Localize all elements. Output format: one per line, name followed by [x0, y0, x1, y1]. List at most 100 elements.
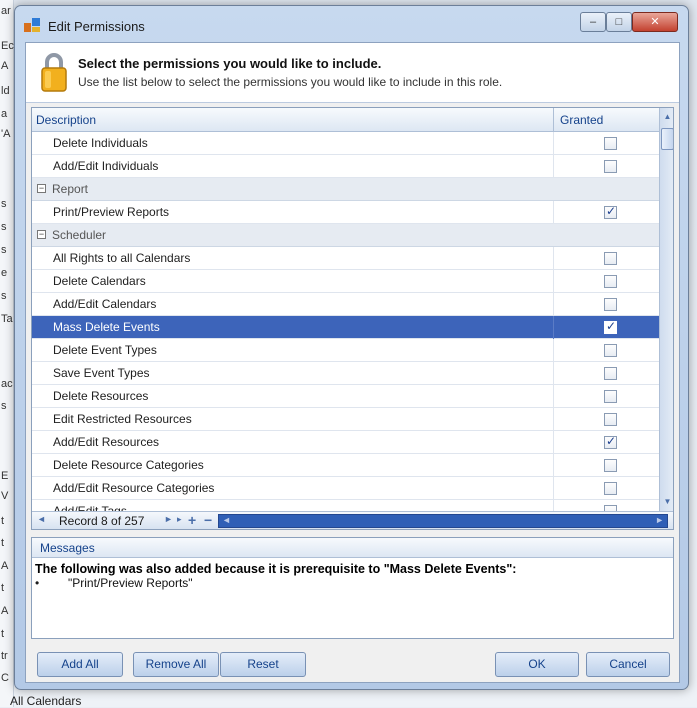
- collapse-icon[interactable]: −: [37, 184, 46, 193]
- granted-checkbox[interactable]: [604, 204, 617, 219]
- permission-label: Delete Individuals: [53, 136, 148, 150]
- cell-divider: [553, 132, 554, 155]
- record-navigator: ◄ Record 8 of 257 ► ▸ + − ◄ ►: [32, 511, 673, 529]
- background-text-fragment: A: [1, 560, 9, 572]
- permission-label: Add/Edit Resource Categories: [53, 481, 215, 495]
- background-text-fragment: A: [1, 605, 9, 617]
- cell-divider: [553, 339, 554, 362]
- maximize-button[interactable]: □: [606, 12, 632, 32]
- message-item: "Print/Preview Reports": [68, 576, 193, 590]
- column-header-description[interactable]: Description: [36, 113, 96, 127]
- permission-label: Delete Resources: [53, 389, 149, 403]
- reset-button[interactable]: Reset: [220, 652, 306, 677]
- group-row[interactable]: − Report: [32, 178, 659, 201]
- vertical-scrollbar[interactable]: ▲ ▼: [659, 108, 673, 511]
- granted-checkbox[interactable]: [604, 298, 617, 311]
- group-label: Report: [52, 182, 89, 196]
- granted-checkbox[interactable]: [604, 482, 617, 495]
- permission-label: Mass Delete Events: [53, 320, 160, 334]
- permission-row[interactable]: Delete Event Types: [32, 339, 659, 362]
- edit-permissions-dialog: Edit Permissions – □ ✕ Select the permis…: [14, 5, 689, 690]
- granted-checkbox[interactable]: [604, 252, 617, 265]
- cell-divider: [553, 201, 554, 224]
- dialog-header: Select the permissions you would like to…: [26, 43, 679, 103]
- permission-label: Add/Edit Resources: [53, 435, 160, 449]
- message-bullet: •: [35, 576, 40, 590]
- group-row[interactable]: − Scheduler: [32, 224, 659, 247]
- permission-row[interactable]: Save Event Types: [32, 362, 659, 385]
- background-text-fragment: s: [1, 244, 7, 256]
- permission-row[interactable]: Edit Restricted Resources: [32, 408, 659, 431]
- app-icon: [24, 18, 40, 32]
- permission-row[interactable]: Delete Individuals: [32, 132, 659, 155]
- permission-row[interactable]: Delete Calendars: [32, 270, 659, 293]
- granted-checkbox[interactable]: [604, 275, 617, 288]
- column-header-granted[interactable]: Granted: [560, 113, 603, 127]
- permission-label: Edit Restricted Resources: [53, 412, 192, 426]
- permission-row[interactable]: Add/Edit Individuals: [32, 155, 659, 178]
- permission-row[interactable]: Mass Delete Events: [32, 316, 659, 339]
- permission-row[interactable]: Print/Preview Reports: [32, 201, 659, 224]
- permission-label: Add/Edit Tags: [53, 504, 127, 511]
- next-record-icon[interactable]: ►: [164, 514, 173, 524]
- scroll-up-icon[interactable]: ▲: [661, 110, 673, 124]
- background-text-fragment: s: [1, 221, 7, 233]
- scroll-right-icon[interactable]: ►: [655, 515, 664, 525]
- background-text-fragment: ld: [1, 85, 10, 97]
- scroll-left-icon[interactable]: ◄: [222, 515, 231, 525]
- permissions-grid: Description Granted Delete Individuals Ad…: [31, 107, 674, 530]
- ok-button[interactable]: OK: [495, 652, 579, 677]
- background-left-panel: ar Ec Ald a 'A s s s e s Ta ac s E Vt t At At tr C: [0, 0, 14, 707]
- message-text: The following was also added because it …: [35, 562, 517, 576]
- granted-checkbox[interactable]: [604, 137, 617, 150]
- cell-divider: [553, 316, 554, 339]
- column-divider: [553, 108, 554, 131]
- cancel-button[interactable]: Cancel: [586, 652, 670, 677]
- granted-checkbox[interactable]: [604, 459, 617, 472]
- granted-checkbox[interactable]: [604, 344, 617, 357]
- messages-header: Messages: [32, 538, 673, 558]
- close-button[interactable]: ✕: [632, 12, 678, 32]
- scroll-down-icon[interactable]: ▼: [661, 495, 673, 509]
- horizontal-scrollbar[interactable]: ◄ ►: [218, 514, 668, 528]
- permission-row[interactable]: Add/Edit Tags: [32, 500, 659, 511]
- minimize-button[interactable]: –: [580, 12, 606, 32]
- permission-row[interactable]: Add/Edit Resource Categories: [32, 477, 659, 500]
- background-text-fragment: E: [1, 470, 9, 482]
- remove-record-icon[interactable]: −: [204, 512, 212, 528]
- background-text-fragment: t: [1, 628, 5, 640]
- granted-checkbox[interactable]: [604, 390, 617, 403]
- permission-label: Delete Event Types: [53, 343, 157, 357]
- record-counter: Record 8 of 257: [59, 514, 145, 528]
- permission-row[interactable]: Delete Resource Categories: [32, 454, 659, 477]
- add-record-icon[interactable]: +: [188, 512, 196, 528]
- collapse-icon[interactable]: −: [37, 230, 46, 239]
- add-all-button[interactable]: Add All: [37, 652, 123, 677]
- title-bar[interactable]: Edit Permissions – □ ✕: [15, 6, 688, 42]
- last-record-icon[interactable]: ▸: [177, 514, 182, 525]
- permission-row[interactable]: Delete Resources: [32, 385, 659, 408]
- previous-record-icon[interactable]: ◄: [37, 514, 46, 524]
- grid-header: Description Granted: [32, 108, 659, 132]
- lock-icon: [41, 53, 67, 92]
- background-text-fragment: t: [1, 537, 5, 549]
- granted-checkbox[interactable]: [604, 319, 617, 334]
- granted-checkbox[interactable]: [604, 434, 617, 449]
- permission-label: Add/Edit Individuals: [53, 159, 159, 173]
- permission-label: Delete Calendars: [53, 274, 146, 288]
- scroll-thumb[interactable]: [661, 128, 673, 150]
- cell-divider: [553, 270, 554, 293]
- cell-divider: [553, 362, 554, 385]
- background-text-fragment: Ta: [1, 313, 13, 325]
- granted-checkbox[interactable]: [604, 413, 617, 426]
- granted-checkbox[interactable]: [604, 367, 617, 380]
- permission-row[interactable]: Add/Edit Calendars: [32, 293, 659, 316]
- permission-row[interactable]: Add/Edit Resources: [32, 431, 659, 454]
- messages-title: Messages: [40, 541, 95, 555]
- permission-label: All Rights to all Calendars: [53, 251, 191, 265]
- header-title: Select the permissions you would like to…: [78, 56, 382, 71]
- permission-label: Delete Resource Categories: [53, 458, 204, 472]
- permission-row[interactable]: All Rights to all Calendars: [32, 247, 659, 270]
- remove-all-button[interactable]: Remove All: [133, 652, 219, 677]
- granted-checkbox[interactable]: [604, 160, 617, 173]
